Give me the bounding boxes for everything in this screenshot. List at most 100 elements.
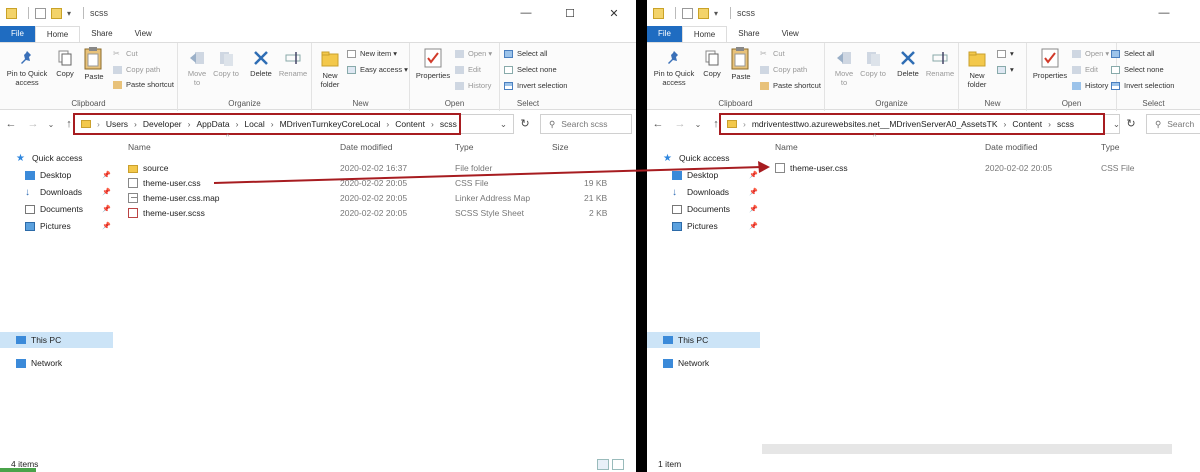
cut-button[interactable]: ✂ Cut <box>113 48 138 60</box>
pin-icon: 📌 <box>749 189 758 196</box>
horizontal-scrollbar[interactable] <box>762 444 1172 454</box>
tab-file[interactable]: File <box>647 26 682 42</box>
edit-button[interactable]: Edit <box>1072 64 1098 76</box>
paste-button[interactable]: Paste <box>727 46 755 81</box>
sidebar-item-network[interactable]: Network <box>16 355 62 371</box>
file-size: 19 KB <box>584 178 608 188</box>
file-name: theme-user.css.map <box>143 193 220 203</box>
column-header-name[interactable]: Name <box>128 142 151 152</box>
recent-chevron-icon[interactable]: ⌄ <box>691 120 705 129</box>
move-to-button[interactable]: Move to <box>831 49 857 87</box>
tab-share[interactable]: Share <box>727 26 770 42</box>
chevron-down-icon[interactable]: ▾ <box>67 9 71 18</box>
properties-button[interactable]: Properties <box>414 47 452 80</box>
back-arrow-icon[interactable]: ← <box>651 118 665 130</box>
status-bar: 4 items <box>0 456 636 472</box>
chevron-down-icon[interactable]: ⌄ <box>500 119 507 130</box>
copy-to-button[interactable]: Copy to <box>860 49 886 78</box>
column-header-size[interactable]: Size <box>552 142 569 152</box>
history-button[interactable]: History <box>1072 80 1108 92</box>
column-header-type[interactable]: Type <box>1101 142 1119 152</box>
recent-chevron-icon[interactable]: ⌄ <box>44 120 58 129</box>
rename-button[interactable]: Rename <box>924 49 956 78</box>
select-all-button[interactable]: Select all <box>504 48 547 60</box>
tab-home[interactable]: Home <box>34 26 81 42</box>
properties-quick-icon[interactable] <box>35 7 46 19</box>
copy-to-icon <box>867 52 880 66</box>
open-button[interactable]: Open ▾ <box>455 48 492 60</box>
close-button[interactable]: ✕ <box>592 0 636 26</box>
forward-arrow-icon[interactable]: → <box>26 118 40 130</box>
column-header-date[interactable]: Date modified <box>985 142 1037 152</box>
history-button[interactable]: History <box>455 80 491 92</box>
select-none-button[interactable]: Select none <box>1111 64 1164 76</box>
easy-access-button[interactable]: Easy access ▾ <box>347 64 408 76</box>
new-item-button[interactable]: ▾ <box>997 48 1014 60</box>
copy-path-button[interactable]: Copy path <box>113 64 160 76</box>
search-box[interactable]: ⚲ Search <box>1146 114 1200 134</box>
forward-arrow-icon[interactable]: → <box>673 118 687 130</box>
ribbon: Pin to Quick access Copy Paste ✂ Cut Copy… <box>647 42 1200 111</box>
tab-view[interactable]: View <box>771 26 810 42</box>
refresh-icon[interactable]: ↻ <box>1121 114 1141 134</box>
new-folder-quick-icon[interactable] <box>51 7 62 19</box>
sidebar-item-this-pc[interactable]: This PC <box>647 332 760 348</box>
column-header-name[interactable]: Name <box>775 142 798 152</box>
new-folder-button[interactable]: New folder <box>316 49 344 89</box>
minimize-button[interactable]: — <box>1142 0 1186 26</box>
history-icon <box>455 82 464 90</box>
properties-button[interactable]: Properties <box>1031 47 1069 80</box>
sidebar-item-this-pc[interactable]: This PC <box>0 332 113 348</box>
sidebar-item-downloads[interactable]: ↓ Downloads 📌 <box>672 184 760 200</box>
copy-to-button[interactable]: Copy to <box>213 49 239 78</box>
rename-button[interactable]: Rename <box>277 49 309 78</box>
maximize-button[interactable]: ☐ <box>1186 0 1200 26</box>
edit-button[interactable]: Edit <box>455 64 481 76</box>
new-folder-quick-icon[interactable] <box>698 7 709 19</box>
column-header-date[interactable]: Date modified <box>340 142 392 152</box>
invert-selection-button[interactable]: Invert selection <box>1111 80 1174 92</box>
select-all-button[interactable]: Select all <box>1111 48 1154 60</box>
new-folder-button[interactable]: New folder <box>963 49 991 89</box>
chevron-down-icon[interactable]: ▾ <box>714 9 718 18</box>
properties-quick-icon[interactable] <box>682 7 693 19</box>
file-row[interactable]: theme-user.css.map 2020-02-02 20:05 Link… <box>0 191 636 206</box>
details-view-icon[interactable] <box>597 459 609 470</box>
file-row[interactable]: theme-user.css 2020-02-02 20:05 CSS File <box>647 161 1200 176</box>
back-arrow-icon[interactable]: ← <box>4 118 18 130</box>
paste-shortcut-button[interactable]: Paste shortcut <box>113 79 174 91</box>
tab-file[interactable]: File <box>0 26 35 42</box>
tab-view[interactable]: View <box>124 26 163 42</box>
refresh-icon[interactable]: ↻ <box>515 114 535 134</box>
copy-button[interactable]: Copy <box>52 49 78 78</box>
tab-share[interactable]: Share <box>80 26 123 42</box>
new-item-button[interactable]: New item ▾ <box>347 48 397 60</box>
tab-home[interactable]: Home <box>681 26 728 42</box>
sidebar-item-pictures[interactable]: Pictures 📌 <box>672 218 760 234</box>
minimize-button[interactable]: — <box>504 0 548 26</box>
pin-quick-access-button[interactable]: Pin to Quick access <box>4 49 50 87</box>
easy-access-button[interactable]: ▾ <box>997 64 1014 76</box>
copy-button[interactable]: Copy <box>699 49 725 78</box>
sidebar-item-network[interactable]: Network <box>663 355 709 371</box>
chevron-down-icon[interactable]: ⌄ <box>1113 119 1120 130</box>
select-none-button[interactable]: Select none <box>504 64 557 76</box>
maximize-button[interactable]: ☐ <box>548 0 592 26</box>
delete-button[interactable]: Delete <box>895 49 921 78</box>
paste-shortcut-button[interactable]: Paste shortcut <box>760 80 821 92</box>
open-button[interactable]: Open ▾ <box>1072 48 1109 60</box>
file-row[interactable]: theme-user.css 2020-02-02 20:05 CSS File… <box>0 176 636 191</box>
sidebar-item-documents[interactable]: Documents 📌 <box>672 201 760 217</box>
delete-button[interactable]: Delete <box>248 49 274 78</box>
move-to-button[interactable]: Move to <box>184 49 210 87</box>
paste-button[interactable]: Paste <box>80 46 108 81</box>
column-header-type[interactable]: Type <box>455 142 473 152</box>
file-row[interactable]: theme-user.scss 2020-02-02 20:05 SCSS St… <box>0 206 636 221</box>
copy-path-button[interactable]: Copy path <box>760 64 807 76</box>
search-box[interactable]: ⚲ Search scss <box>540 114 632 134</box>
file-row[interactable]: source 2020-02-02 16:37 File folder <box>0 161 636 176</box>
cut-button[interactable]: ✂ Cut <box>760 48 785 60</box>
large-icons-view-icon[interactable] <box>612 459 624 470</box>
invert-selection-button[interactable]: Invert selection <box>504 80 567 92</box>
pin-quick-access-button[interactable]: Pin to Quick access <box>651 49 697 87</box>
